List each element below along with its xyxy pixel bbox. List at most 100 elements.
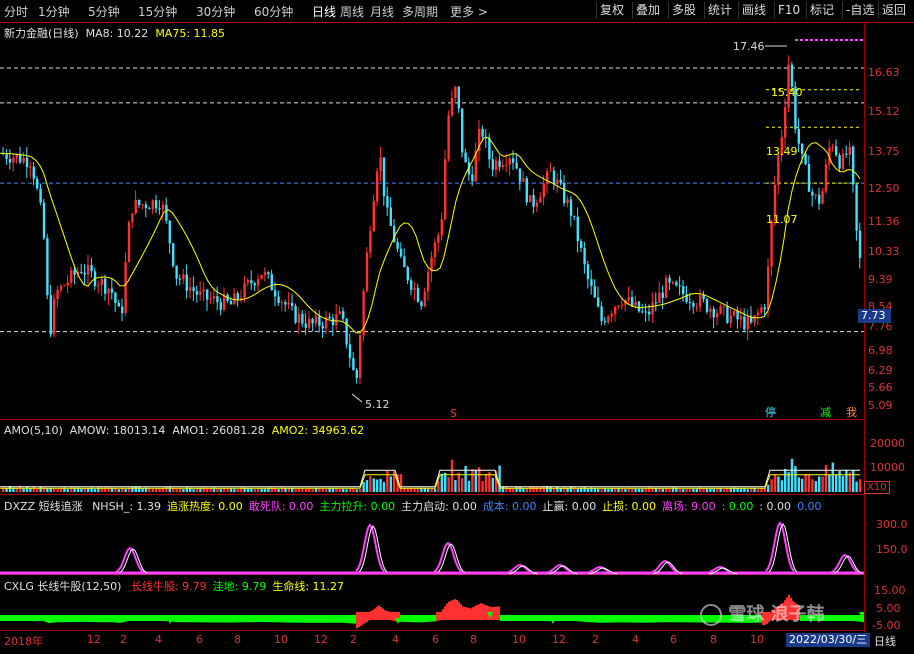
cxlg-area	[296, 615, 298, 623]
cxlg-area	[416, 615, 418, 623]
cxlg-area	[258, 615, 260, 622]
cxlg-area	[48, 615, 50, 624]
cxlg-area	[12, 615, 14, 621]
volume-bar	[294, 488, 297, 492]
cxlg-area	[324, 615, 326, 623]
cursor-date: 2022/03/30/三	[786, 633, 871, 647]
period-tab-5min[interactable]: 5分钟	[88, 3, 120, 20]
cxlg-area	[850, 615, 852, 621]
cxlg-area	[546, 615, 548, 621]
cxlg-area	[830, 615, 832, 621]
f10-button[interactable]: F10	[774, 2, 803, 19]
period-tab-60min[interactable]: 60分钟	[254, 3, 293, 20]
period-tab-30min[interactable]: 30分钟	[196, 3, 235, 20]
cxlg-area	[26, 615, 28, 621]
overlay-button[interactable]: 叠加	[632, 2, 663, 19]
volume-bar	[777, 476, 780, 492]
candle-body	[131, 213, 134, 223]
cxlg-area	[330, 615, 332, 623]
restore-rights-button[interactable]: 复权	[596, 2, 627, 19]
mark-button[interactable]: 标记	[806, 2, 837, 19]
cxlg-area	[434, 615, 436, 622]
candle-body	[148, 208, 151, 210]
candle-body	[144, 204, 148, 209]
volume-bar	[440, 473, 443, 492]
cxlg-area	[290, 615, 292, 623]
level-label: 15.40	[771, 86, 803, 99]
draw-line-button[interactable]: 画线	[738, 2, 769, 19]
cxlg-area	[344, 615, 346, 623]
cxlg-area	[540, 615, 542, 621]
cxlg-area	[588, 615, 590, 623]
candle-body	[399, 248, 403, 257]
cxlg-area	[96, 615, 98, 623]
volume-bar	[297, 488, 301, 492]
volume-bar	[807, 474, 811, 492]
cxlg-area	[620, 615, 622, 623]
back-button[interactable]: 返回	[878, 2, 909, 19]
cxlg-area	[380, 606, 382, 620]
cxlg-area	[426, 615, 428, 622]
cxlg-area	[494, 606, 496, 620]
chart-canvas[interactable]: 17.46 5.12 15.40 13.49 11.07 S 停 减 我	[0, 22, 864, 630]
volume-bar	[848, 472, 851, 492]
candle-body	[733, 311, 736, 316]
cxlg-area	[332, 615, 334, 623]
candle-body	[328, 316, 331, 319]
cxlg-area	[394, 612, 396, 622]
volume-bar	[773, 474, 777, 492]
period-tab-daily[interactable]: 日线	[312, 3, 336, 20]
period-tab-more[interactable]: 更多 >	[450, 3, 488, 20]
volume-bar	[229, 488, 233, 492]
candle-body	[736, 311, 739, 320]
volume-bar	[641, 488, 644, 492]
volume-bar	[855, 481, 858, 492]
candle-body	[345, 318, 348, 345]
statistics-button[interactable]: 统计	[704, 2, 735, 19]
volume-bar	[311, 489, 314, 492]
period-tab-1min[interactable]: 1分钟	[38, 3, 70, 20]
cxlg-area	[368, 612, 370, 621]
cxlg-area	[216, 615, 218, 623]
period-tab-multi[interactable]: 多周期	[402, 3, 438, 20]
period-tab-monthly[interactable]: 月线	[370, 3, 394, 20]
period-tab-weekly[interactable]: 周线	[340, 3, 364, 20]
watchlist-button[interactable]: -自选	[842, 2, 877, 19]
watermark-author: 浪子韩	[770, 604, 825, 625]
cxlg-area	[600, 615, 602, 623]
multi-stock-button[interactable]: 多股	[668, 2, 699, 19]
candle-body	[848, 146, 851, 155]
candle-body	[573, 215, 576, 217]
cxlg-area	[636, 615, 638, 623]
cxlg-area	[340, 615, 342, 623]
cxlg-area	[208, 615, 210, 623]
cxlg-area	[16, 615, 18, 621]
volume-bar	[36, 488, 39, 492]
candle-body	[331, 318, 335, 326]
volume-bar	[597, 488, 600, 492]
cxlg-area	[8, 615, 10, 621]
volume-bar	[430, 488, 433, 492]
level-label: 13.49	[766, 145, 798, 158]
period-tab-timeshare[interactable]: 分时	[4, 3, 28, 20]
volume-bar	[124, 488, 127, 492]
cxlg-area	[134, 615, 136, 621]
volume-bar	[702, 488, 705, 492]
cxlg-area	[130, 615, 132, 621]
period-tab-15min[interactable]: 15分钟	[138, 3, 177, 20]
cxlg-area	[548, 615, 550, 621]
cxlg-area	[154, 615, 156, 621]
cxlg-area	[46, 615, 48, 623]
candle-body	[726, 306, 729, 323]
cxlg-area	[690, 615, 692, 623]
candle-body	[661, 292, 664, 298]
cxlg-area	[392, 612, 394, 621]
candle-body	[280, 302, 284, 304]
candle-body	[790, 64, 794, 87]
cxlg-area	[62, 615, 64, 623]
cxlg-area	[694, 615, 696, 623]
candle-body	[5, 153, 8, 159]
volume-bar	[685, 488, 688, 492]
candle-body	[437, 235, 440, 243]
volume-bar	[117, 489, 120, 492]
